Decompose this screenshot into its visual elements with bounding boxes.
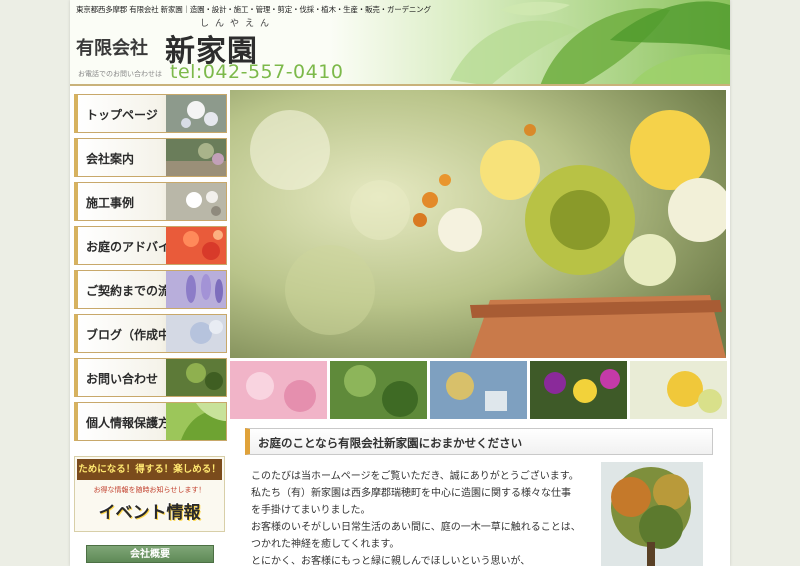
header-divider: [70, 84, 730, 86]
watering-can-photo: [430, 361, 527, 419]
wisteria-thumb-image: [166, 271, 226, 308]
nav-item-top-page[interactable]: トップページ: [74, 94, 227, 133]
content-heading-text: お庭のことなら有限会社新家園におまかせください: [258, 436, 523, 450]
green-garden-photo: [330, 361, 427, 419]
white-flowers-thumb-image: [166, 95, 226, 132]
nav-item-company[interactable]: 会社案内: [74, 138, 227, 177]
nav-label: お問い合わせ: [86, 372, 159, 386]
banner-title: イベント情報: [98, 503, 201, 523]
nav-label: トップページ: [86, 108, 158, 122]
garden-path-thumb-image: [166, 139, 226, 176]
intro-paragraph-line: お客様のいそがしい日常生活のあい間に、庭の一木一草に触れることは、: [251, 522, 581, 533]
flower-basket-hero-image: [230, 90, 726, 358]
yellow-flowers-photo: [630, 361, 727, 419]
intro-text: このたびは当ホームページをご覧いただき、誠にありがとうございます。 私たち（有）…: [251, 468, 591, 566]
site-tagline: 東京都西多摩郡 有限会社 新家園｜造園・設計・施工・管理・剪定・伐採・植木・生産…: [76, 5, 431, 14]
nav-item-blog[interactable]: ブログ（作成中）: [74, 314, 227, 353]
banner-catchphrase: ためになる！得する！楽しめる！: [77, 459, 222, 480]
green-shrubs-thumb-image: [166, 359, 226, 396]
event-info-banner[interactable]: ためになる！得する！楽しめる！ お得な情報を随時お知らせします！ イベント情報: [74, 456, 225, 532]
nav-item-contract-flow[interactable]: ご契約までの流れ: [74, 270, 227, 309]
content-heading: お庭のことなら有限会社新家園におまかせください: [245, 428, 713, 455]
site-header: 東京都西多摩郡 有限会社 新家園｜造園・設計・施工・管理・剪定・伐採・植木・生産…: [70, 0, 730, 86]
company-overview-heading: 会社概要: [86, 545, 214, 563]
red-flowers-thumb-image: [166, 227, 226, 264]
tel-number[interactable]: tel:042-557-0410: [170, 61, 343, 83]
banner-subtext: お得な情報を随時お知らせします！: [93, 486, 206, 494]
nav-item-garden-advice[interactable]: お庭のアドバイス: [74, 226, 227, 265]
intro-paragraph-line: とにかく、お客様にもっと緑に親しんでほしいという思いが、: [251, 556, 531, 566]
nav-label: 施工事例: [86, 196, 135, 210]
white-blossom-thumb-image: [166, 183, 226, 220]
intro-paragraph-line: を手掛けてまいりました。: [251, 505, 371, 516]
green-leaves-thumb-image: [166, 403, 226, 440]
nav-label: 会社案内: [86, 152, 135, 166]
pansies-photo: [530, 361, 627, 419]
nav-item-privacy-policy[interactable]: 個人情報保護方針: [74, 402, 227, 441]
hydrangea-thumb-image: [166, 315, 226, 352]
page: 東京都西多摩郡 有限会社 新家園｜造園・設計・施工・管理・剪定・伐採・植木・生産…: [70, 0, 730, 566]
photo-thumbnail-strip: [230, 361, 730, 421]
pink-blossom-photo: [230, 361, 327, 419]
company-prefix: 有限会社: [76, 38, 148, 59]
intro-paragraph-line: 私たち（有）新家園は西多摩郡瑞穂町を中心に造園に関する様々な仕事: [251, 488, 571, 499]
tel-label: お電話でのお問い合わせは: [78, 70, 162, 78]
nav-item-works[interactable]: 施工事例: [74, 182, 227, 221]
intro-paragraph-line: このたびは当ホームページをご覧いただき、誠にありがとうございます。: [251, 471, 579, 482]
intro-paragraph-line: つかれた神経を癒してくれます。: [251, 539, 400, 550]
autumn-tree-photo: [601, 462, 703, 566]
nav-item-contact[interactable]: お問い合わせ: [74, 358, 227, 397]
